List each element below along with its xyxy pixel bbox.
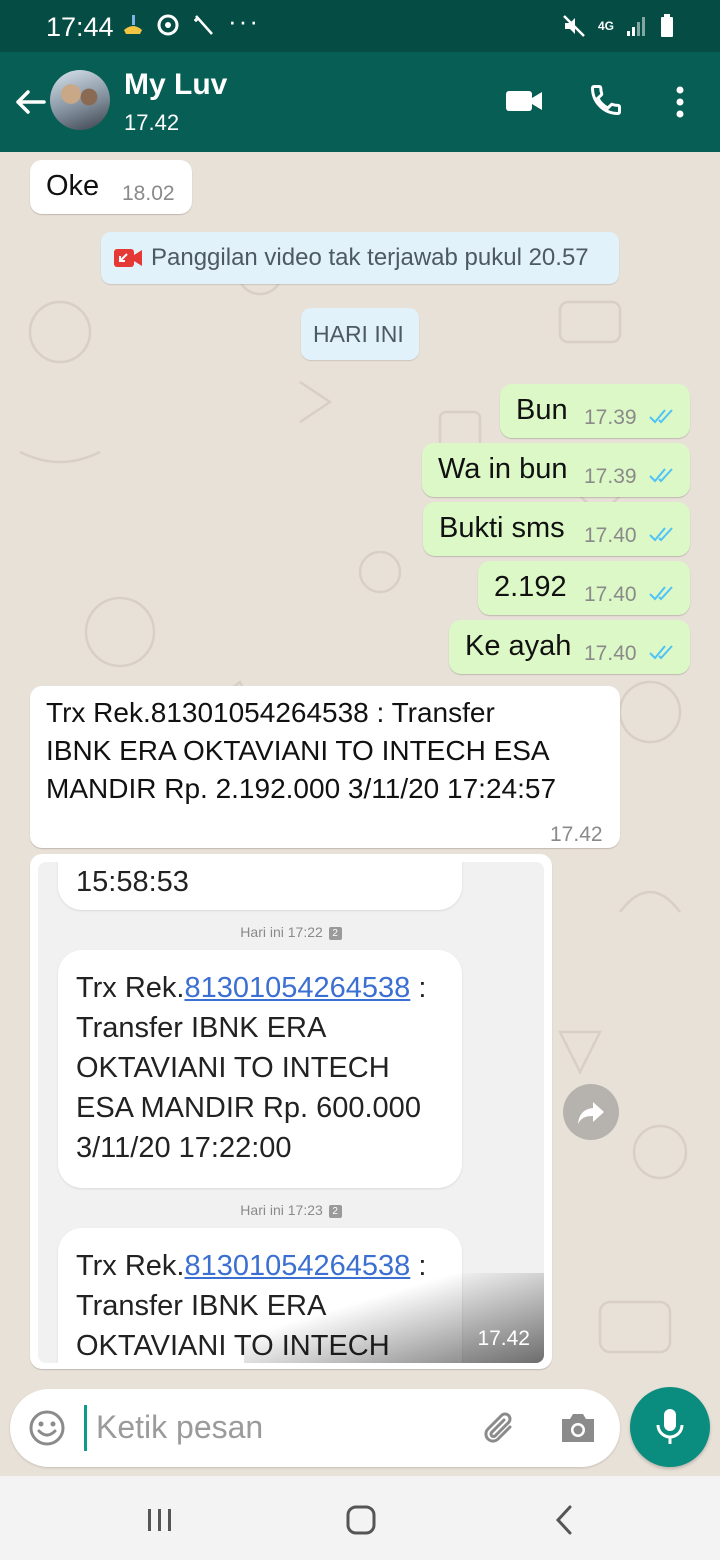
missed-call-notice[interactable]: Panggilan video tak terjawab pukul 20.57 bbox=[101, 232, 619, 284]
message-bubble-outgoing[interactable]: Bukti sms 17.40 bbox=[423, 502, 690, 556]
sms-screenshot-image[interactable]: 15:58:53 Hari ini 17:22 2 Trx Rek.813010… bbox=[38, 862, 544, 1363]
recent-apps-icon[interactable] bbox=[146, 1506, 174, 1534]
message-text: Bun bbox=[516, 394, 568, 426]
forward-icon bbox=[578, 1102, 604, 1124]
message-time: 17.42 bbox=[550, 823, 603, 846]
sms-bubble: Trx Rek.81301054264538 : Transfer IBNK E… bbox=[58, 950, 462, 1188]
message-bubble-incoming[interactable]: Trx Rek.81301054264538 : Transfer IBNK E… bbox=[30, 686, 620, 848]
last-seen: 17.42 bbox=[124, 110, 180, 135]
sim-badge: 2 bbox=[328, 926, 342, 940]
mute-icon bbox=[563, 15, 585, 37]
magic-wand-icon bbox=[194, 15, 213, 35]
status-bar: 17:44 ··· 4G bbox=[0, 0, 720, 52]
missed-video-call-icon bbox=[114, 249, 142, 267]
message-time: 17.40 bbox=[584, 524, 637, 547]
message-composer: Ketik pesan bbox=[10, 1389, 620, 1467]
sms-bubble: 15:58:53 bbox=[58, 862, 462, 910]
status-notification-icons bbox=[120, 12, 216, 38]
message-bubble-outgoing[interactable]: 2.192 17.40 bbox=[478, 561, 690, 615]
message-text-line: IBNK ERA OKTAVIANI TO INTECH ESA bbox=[46, 735, 550, 766]
target-icon bbox=[157, 14, 179, 36]
status-time: 17:44 bbox=[46, 12, 114, 42]
double-check-icon bbox=[649, 468, 673, 483]
message-time: 17.40 bbox=[584, 642, 637, 665]
message-bubble-incoming[interactable]: Oke 18.02 bbox=[30, 160, 192, 214]
sms-date: Hari ini 17:22 2 bbox=[38, 924, 544, 940]
sms-date: Hari ini 17:23 2 bbox=[38, 1202, 544, 1218]
text-cursor bbox=[84, 1405, 87, 1451]
date-divider: HARI INI bbox=[301, 308, 419, 360]
more-notifications-icon: ··· bbox=[228, 6, 260, 36]
network-type: 4G bbox=[597, 18, 614, 33]
back-nav-icon[interactable] bbox=[552, 1504, 576, 1536]
sim-badge: 2 bbox=[328, 1204, 342, 1218]
cleaner-icon bbox=[124, 15, 142, 34]
contact-name[interactable]: My Luv bbox=[124, 68, 227, 102]
message-time: 17.39 bbox=[584, 465, 637, 488]
sms-text: 15:58:53 bbox=[76, 866, 189, 898]
chat-header: My Luv 17.42 bbox=[0, 52, 720, 152]
mic-button[interactable] bbox=[630, 1387, 710, 1467]
message-text: 2.192 bbox=[494, 571, 567, 603]
message-text: Oke bbox=[46, 170, 100, 202]
image-message[interactable]: 15:58:53 Hari ini 17:22 2 Trx Rek.813010… bbox=[30, 854, 552, 1369]
emoji-icon[interactable] bbox=[28, 1409, 66, 1447]
message-time: 18.02 bbox=[122, 182, 175, 205]
camera-icon[interactable] bbox=[558, 1409, 598, 1447]
mic-icon bbox=[656, 1409, 684, 1444]
date-divider-label: HARI INI bbox=[313, 321, 404, 347]
message-text: Ke ayah bbox=[465, 630, 572, 662]
message-text-line: Trx Rek.81301054264538 : Transfer bbox=[46, 697, 495, 728]
more-vert-icon[interactable] bbox=[664, 82, 696, 122]
arrow-left-icon[interactable] bbox=[10, 82, 50, 122]
message-text-line: MANDIR Rp. 2.192.000 3/11/20 17:24:57 bbox=[46, 773, 557, 804]
message-list[interactable]: Oke 18.02 Panggilan video tak terjawab p… bbox=[0, 152, 720, 1388]
status-system-icons: 4G bbox=[562, 14, 674, 38]
system-nav-bar bbox=[0, 1476, 720, 1560]
home-icon[interactable] bbox=[345, 1504, 377, 1536]
signal-icon bbox=[627, 17, 645, 36]
phone-icon[interactable] bbox=[588, 82, 624, 118]
double-check-icon bbox=[649, 409, 673, 424]
message-time: 17.39 bbox=[584, 406, 637, 429]
message-time: 17.42 bbox=[477, 1327, 530, 1350]
message-time: 17.40 bbox=[584, 583, 637, 606]
message-text: Bukti sms bbox=[439, 512, 565, 544]
message-bubble-outgoing[interactable]: Wa in bun 17.39 bbox=[422, 443, 690, 497]
contact-avatar[interactable] bbox=[50, 70, 110, 130]
video-call-icon[interactable] bbox=[504, 84, 544, 118]
message-bubble-outgoing[interactable]: Ke ayah 17.40 bbox=[449, 620, 690, 674]
paperclip-icon[interactable] bbox=[480, 1409, 520, 1449]
battery-icon bbox=[661, 14, 673, 37]
message-input[interactable]: Ketik pesan bbox=[96, 1409, 263, 1446]
sms-account-link: 81301054264538 bbox=[184, 972, 411, 1004]
double-check-icon bbox=[649, 586, 673, 601]
forward-button[interactable] bbox=[563, 1084, 619, 1140]
message-bubble-outgoing[interactable]: Bun 17.39 bbox=[500, 384, 690, 438]
double-check-icon bbox=[649, 645, 673, 660]
message-text: Wa in bun bbox=[438, 453, 568, 485]
double-check-icon bbox=[649, 527, 673, 542]
missed-call-text: Panggilan video tak terjawab pukul 20.57 bbox=[151, 244, 589, 271]
